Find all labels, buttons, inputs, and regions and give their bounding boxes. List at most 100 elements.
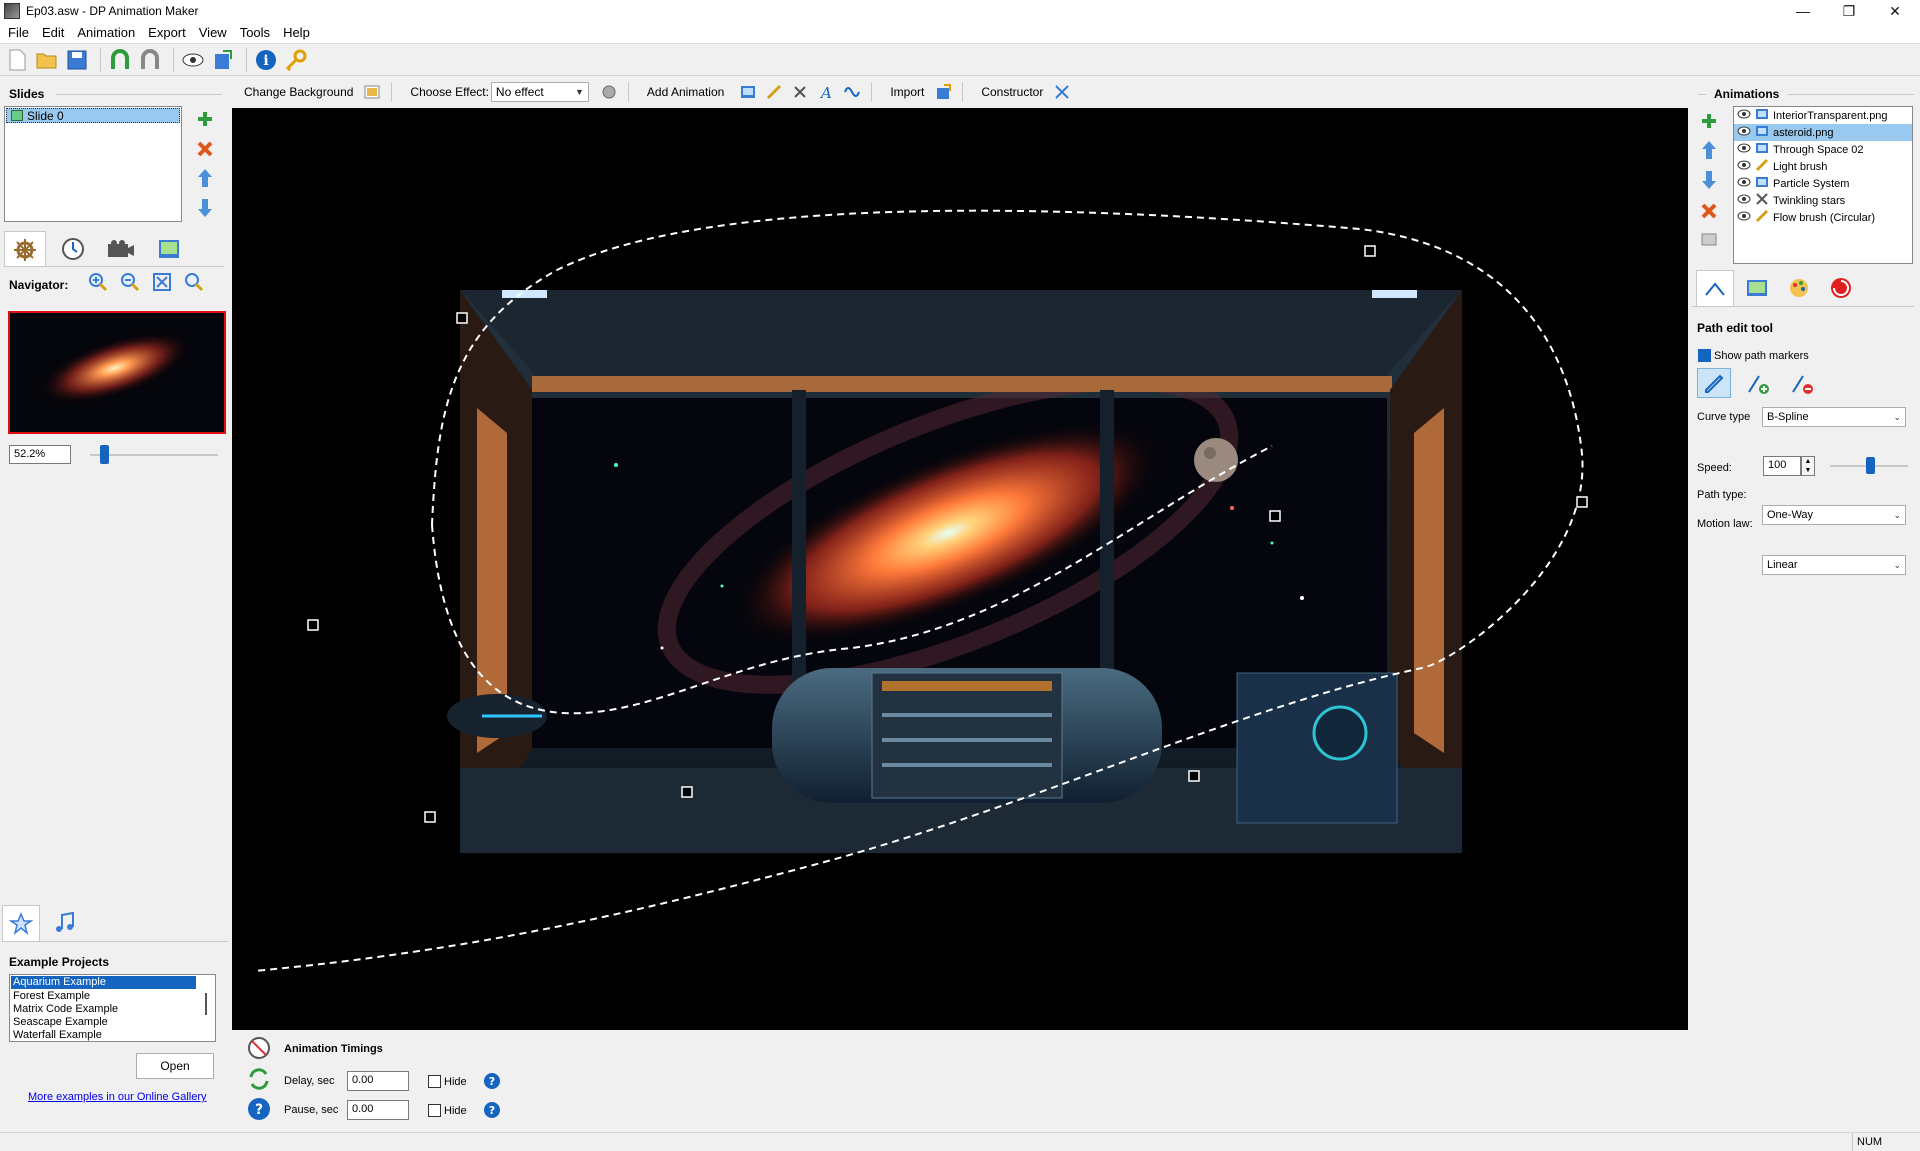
curve-type-select[interactable]: B-Spline ⌄ [1762,407,1906,427]
close-window-button[interactable]: ✕ [1872,0,1918,22]
zoom-slider-thumb[interactable] [100,445,109,464]
fit-to-window-icon[interactable] [152,272,172,295]
actual-size-icon[interactable] [184,272,204,295]
open-example-button[interactable]: Open [136,1053,214,1079]
zoom-in-icon[interactable] [88,272,108,295]
menu-view[interactable]: View [195,25,236,40]
effect-settings-icon[interactable] [601,84,617,100]
path-marker[interactable] [1365,246,1375,256]
change-background-button[interactable]: Change Background [244,85,353,99]
visibility-eye-icon[interactable] [1737,177,1751,190]
animations-list[interactable]: InteriorTransparent.pngasteroid.pngThrou… [1733,106,1913,264]
zoom-level-field[interactable]: 52.2% [9,445,71,464]
tab-path[interactable] [1696,270,1734,306]
list-item-seascape[interactable]: Seascape Example [10,1016,215,1029]
list-item-waterfall[interactable]: Waterfall Example [10,1029,215,1042]
menu-edit[interactable]: Edit [38,25,73,40]
background-picture-icon[interactable] [364,84,380,100]
minimize-button[interactable]: — [1780,0,1826,22]
zoom-slider-track[interactable] [90,454,218,456]
speed-slider-thumb[interactable] [1866,457,1875,474]
show-markers-checkbox[interactable] [1698,349,1711,362]
import-icon[interactable] [935,84,951,100]
list-item-aquarium[interactable]: Aquarium Example [11,976,196,989]
path-marker[interactable] [308,620,318,630]
example-projects-list[interactable]: Aquarium Example Forest Example Matrix C… [9,974,216,1042]
animation-item[interactable]: Particle System [1734,175,1912,192]
visibility-eye-icon[interactable] [1737,211,1751,224]
list-scrollbar[interactable] [205,993,207,1015]
animation-item[interactable]: asteroid.png [1734,124,1912,141]
interior-image[interactable] [447,290,1462,853]
pause-hide-checkbox[interactable] [428,1104,441,1117]
tab-effects[interactable] [1822,270,1860,306]
tab-examples[interactable] [2,905,40,941]
undo-icon[interactable] [107,47,133,73]
path-marker[interactable] [457,313,467,323]
asteroid-sprite[interactable] [1194,438,1238,482]
move-animation-up-icon[interactable] [1700,140,1718,163]
remove-node-tool-button[interactable] [1790,372,1816,399]
tab-music[interactable] [46,905,84,941]
stage-canvas[interactable] [232,108,1688,1030]
info-icon[interactable]: i [253,47,279,73]
delete-slide-icon[interactable] [196,140,214,161]
delay-input[interactable]: 0.00 [347,1071,409,1091]
open-folder-icon[interactable] [34,47,60,73]
menu-help[interactable]: Help [279,25,319,40]
add-node-tool-button[interactable] [1746,372,1772,399]
path-type-select[interactable]: One-Way ⌄ [1762,505,1906,525]
import-button[interactable]: Import [890,85,924,99]
add-wave-icon[interactable] [844,84,860,100]
redo-icon[interactable] [137,47,163,73]
list-item-forest[interactable]: Forest Example [10,990,215,1003]
tab-timeline[interactable] [52,231,94,267]
add-brush-icon[interactable] [766,84,782,100]
edit-path-tool-button[interactable] [1697,368,1731,398]
path-marker[interactable] [1270,511,1280,521]
export-icon[interactable] [210,47,236,73]
path-marker[interactable] [1577,497,1587,507]
animation-item[interactable]: Flow brush (Circular) [1734,209,1912,226]
tab-properties[interactable] [4,231,46,267]
visibility-eye-icon[interactable] [1737,126,1751,139]
add-image-animation-icon[interactable] [740,84,756,100]
new-file-icon[interactable] [4,47,30,73]
navigator-preview[interactable] [8,311,226,434]
animation-item[interactable]: Light brush [1734,158,1912,175]
speed-spinner[interactable]: ▲▼ [1801,456,1815,476]
choose-effect-select[interactable]: No effect ▼ [491,82,589,102]
animation-item[interactable]: InteriorTransparent.png [1734,107,1912,124]
pause-input[interactable]: 0.00 [347,1100,409,1120]
constructor-tools-icon[interactable] [1054,84,1070,100]
delete-animation-icon[interactable] [1700,202,1718,223]
add-animation-icon[interactable] [1700,112,1718,133]
move-slide-up-icon[interactable] [196,168,214,191]
animation-properties-icon[interactable] [1700,230,1718,251]
menu-file[interactable]: File [4,25,38,40]
menu-export[interactable]: Export [144,25,195,40]
list-item-matrix[interactable]: Matrix Code Example [10,1003,215,1016]
visibility-eye-icon[interactable] [1737,143,1751,156]
save-icon[interactable] [64,47,90,73]
add-stars-icon[interactable] [792,84,808,100]
online-gallery-link[interactable]: More examples in our Online Gallery [28,1091,207,1103]
add-slide-icon[interactable] [196,110,214,131]
menu-animation[interactable]: Animation [73,25,144,40]
slide-item[interactable]: Slide 0 [6,108,180,123]
animation-item[interactable]: Twinkling stars [1734,192,1912,209]
tab-camera[interactable] [100,231,142,267]
tab-colors[interactable] [1780,270,1818,306]
add-text-icon[interactable]: A [818,84,834,100]
delay-hide-checkbox[interactable] [428,1075,441,1088]
constructor-button[interactable]: Constructor [981,85,1043,99]
animation-item[interactable]: Through Space 02 [1734,141,1912,158]
speed-input[interactable]: 100 [1763,456,1801,476]
motion-law-select[interactable]: Linear ⌄ [1762,555,1906,575]
slides-list[interactable]: Slide 0 [4,106,182,222]
move-animation-down-icon[interactable] [1700,170,1718,193]
menu-tools[interactable]: Tools [236,25,279,40]
pause-info-icon[interactable]: ? [483,1101,501,1122]
path-marker[interactable] [682,787,692,797]
tab-image[interactable] [148,231,190,267]
